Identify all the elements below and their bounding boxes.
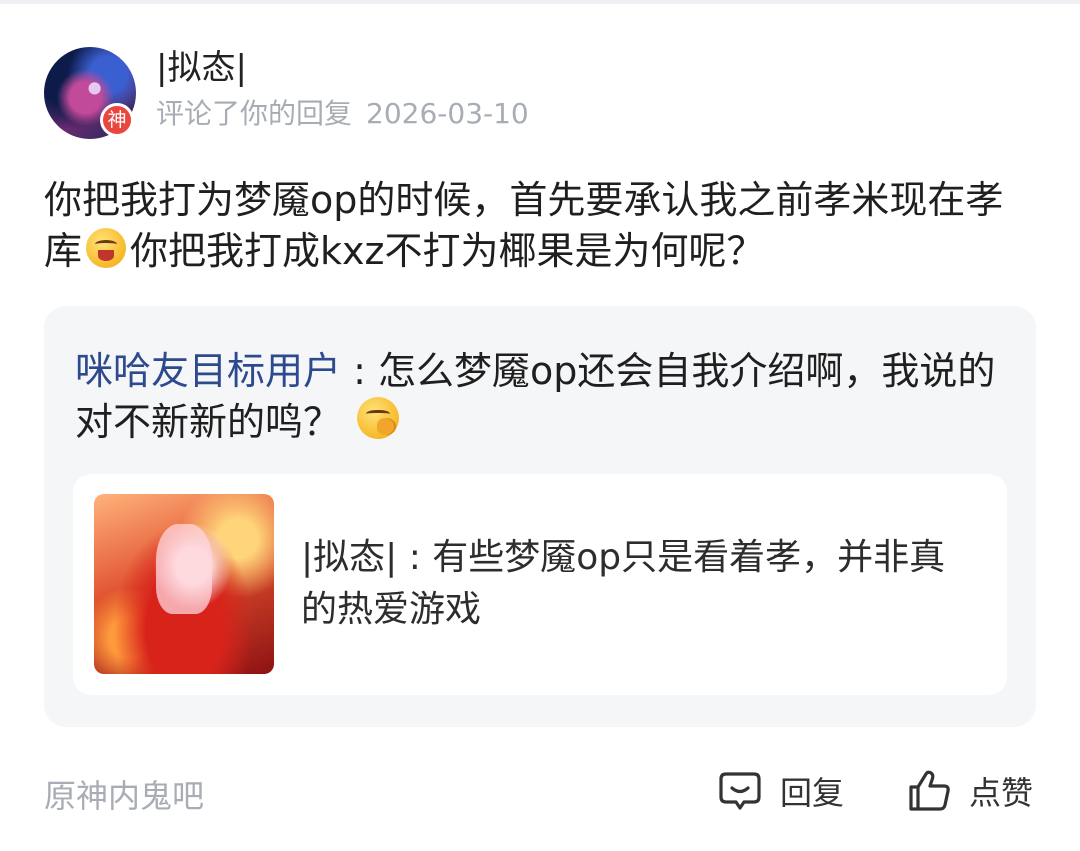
forum-tag[interactable]: 原神内鬼吧 [44,771,204,817]
comment-date: 2026-03-10 [366,97,529,130]
post-thumbnail[interactable] [94,494,274,674]
action-text: 评论了你的回复 [156,97,353,130]
original-post-card[interactable]: |拟态| : 有些梦魇op只是看着孝，并非真的热爱游戏 [73,474,1007,695]
original-post-separator: : [397,537,433,578]
comment-bubble-icon [719,772,761,810]
hand-over-mouth-emoji-icon [357,397,400,439]
comment-content: 你把我打为梦魇op的时候，首先要承认我之前孝米现在孝库 你把我打成kxz不打为椰果… [44,175,1039,277]
top-divider [0,0,1080,4]
quoted-reply[interactable]: 咪哈友目标用户 : 怎么梦魇op还会自我介绍啊，我说的对不新新的鸣？ |拟态| … [44,306,1036,727]
reply-label: 回复 [780,774,845,812]
quote-separator: : [341,349,378,393]
author-name[interactable]: |拟态| [156,40,247,89]
like-button[interactable]: 点赞 [907,765,1033,817]
quoted-user-link[interactable]: 咪哈友目标用户 [75,349,341,393]
original-post-author: |拟态| [301,537,398,578]
comment-text-part2: 你把我打成kxz不打为椰果是为何呢？ [130,229,765,273]
quoted-reply-text: 咪哈友目标用户 : 怎么梦魇op还会自我介绍啊，我说的对不新新的鸣？ [75,346,1015,448]
thumbs-up-icon [909,770,950,811]
avatar[interactable]: 神 [44,47,136,139]
like-label: 点赞 [969,774,1034,812]
laughing-squint-emoji-icon [86,228,127,268]
reply-button[interactable]: 回复 [718,765,844,817]
comment-meta: 评论了你的回复 2026-03-10 [156,92,529,132]
original-post-text: |拟态| : 有些梦魇op只是看着孝，并非真的热爱游戏 [301,532,981,636]
user-badge: 神 [100,103,134,137]
